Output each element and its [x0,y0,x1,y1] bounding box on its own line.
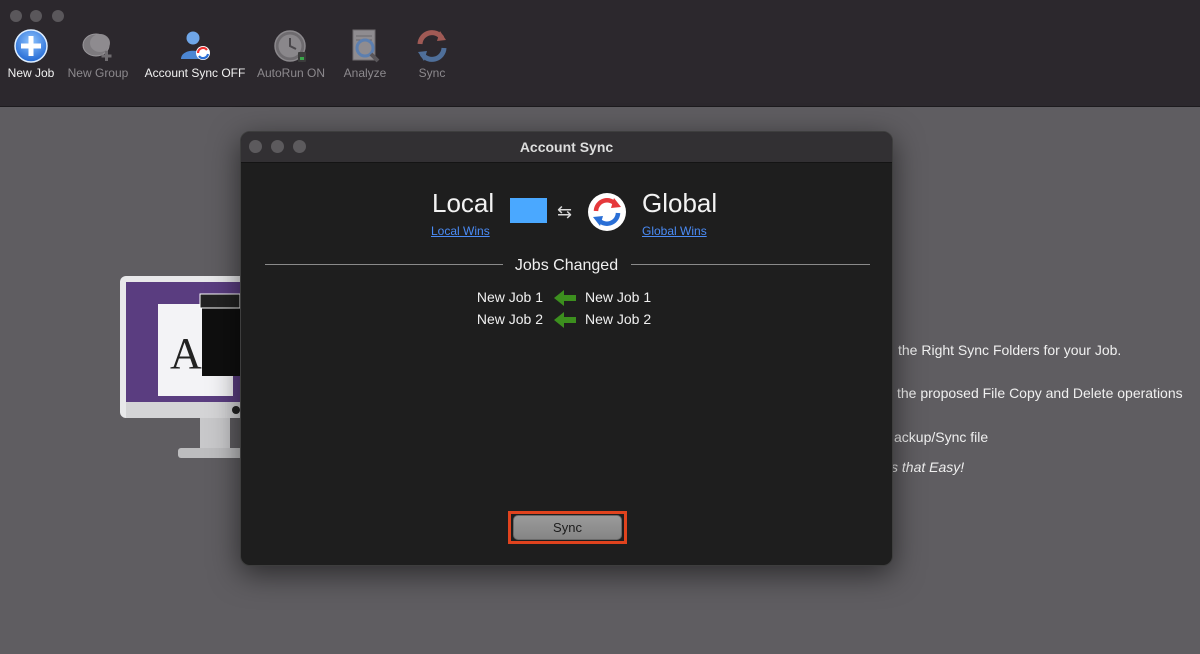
toolbar-label: Analyze [343,66,387,80]
toolbar-sync[interactable]: Sync [408,28,456,80]
analyze-icon [352,29,380,63]
toolbar-analyze[interactable]: Analyze [337,28,393,80]
new-job-icon [14,29,48,63]
job-global-name: New Job 2 [585,311,652,327]
dialog-titlebar: Account Sync [241,132,892,163]
global-title: Global [642,188,718,218]
autorun-clock-icon [274,30,306,62]
main-toolbar: New Job New Group Account Sync OFF AutoR… [0,0,1200,107]
toolbar-label: New Group [67,66,129,80]
toolbar-label: Account Sync OFF [144,66,246,80]
jobs-changed-heading: Jobs Changed [514,257,619,274]
zoom-window-button[interactable] [52,10,64,22]
svg-text:A: A [170,329,202,378]
toolbar-new-job[interactable]: New Job [3,28,59,80]
job-change-row: New Job 2 New Job 2 [241,311,892,331]
background-text-line: the proposed File Copy and Delete operat… [897,385,1183,401]
job-global-name: New Job 1 [585,289,652,305]
background-text-line: the Right Sync Folders for your Job. [898,342,1122,358]
local-account-swatch [510,198,547,223]
new-group-icon [82,33,112,61]
account-sync-dialog: Account Sync Local Local Wins ⇆ Global G… [240,131,893,566]
swap-arrows-icon: ⇆ [557,202,573,222]
global-sync-icon [588,193,626,231]
toolbar-label: New Job [7,66,55,80]
background-text-line: ackup/Sync file [894,429,989,445]
local-title: Local [432,188,495,218]
close-window-button[interactable] [10,10,22,22]
toolbar-label: Sync [418,66,446,80]
job-local-name: New Job 2 [476,311,543,327]
minimize-window-button[interactable] [30,10,42,22]
toolbar-account-sync[interactable]: Account Sync OFF [140,28,250,80]
toolbar-new-group[interactable]: New Group [64,28,132,80]
job-change-row: New Job 1 New Job 1 [241,289,892,309]
global-wins-link[interactable]: Global Wins [642,224,707,238]
toolbar-autorun[interactable]: AutoRun ON [254,28,328,80]
sync-icon [417,30,447,62]
arrow-left-icon [554,290,576,306]
job-local-name: New Job 1 [476,289,543,305]
local-wins-link[interactable]: Local Wins [431,224,490,238]
background-text-line: s that Easy! [891,459,965,475]
toolbar-label: AutoRun ON [256,66,326,80]
arrow-left-icon [554,312,576,328]
account-sync-icon [181,31,210,60]
app-computer-illustration: A [120,276,248,458]
dialog-title: Account Sync [519,139,614,155]
sync-button[interactable]: Sync [513,515,622,540]
